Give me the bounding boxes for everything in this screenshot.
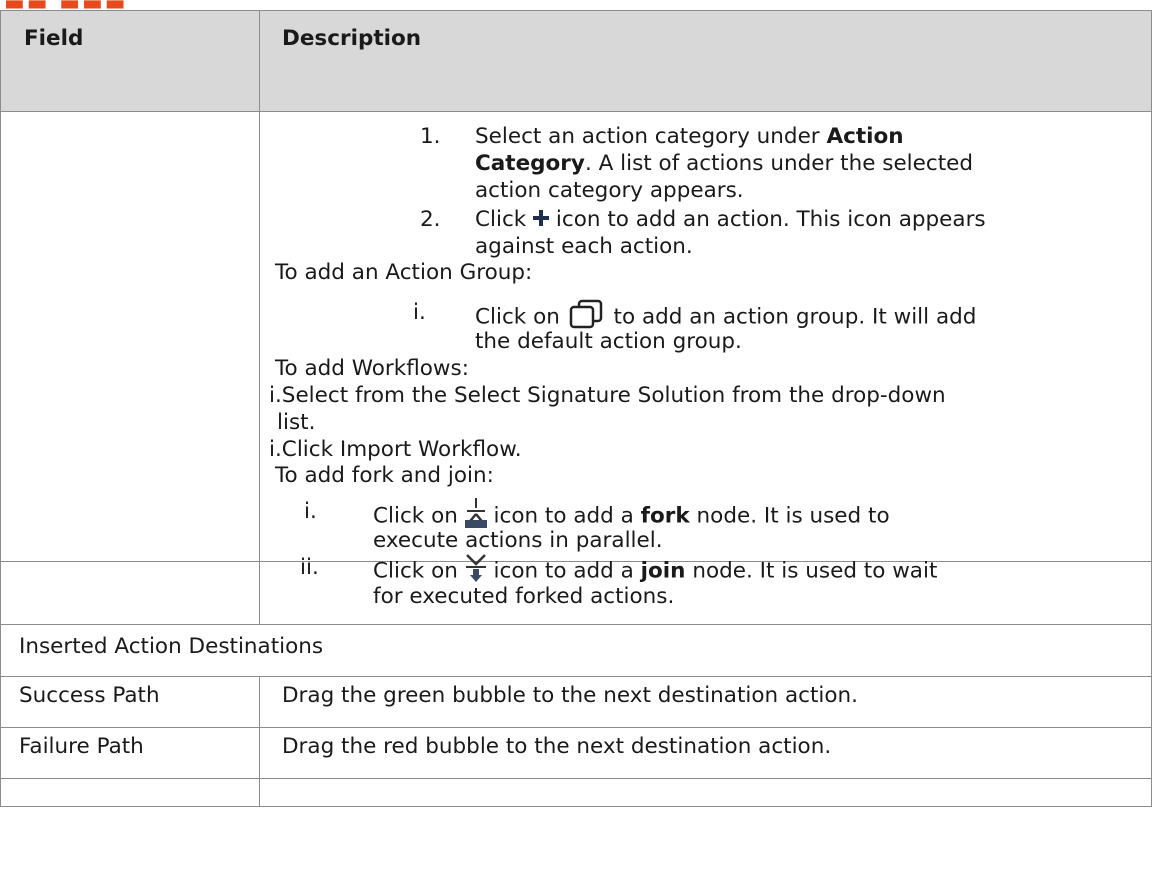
section-heading: To add fork and join: xyxy=(275,463,494,488)
field-cell: Failure Path xyxy=(0,727,260,779)
step-number: 2. xyxy=(420,207,441,232)
section-row: Inserted Action Destinations xyxy=(0,624,1152,677)
field-cell: Success Path xyxy=(0,676,260,728)
table-row-cutoff xyxy=(0,778,1152,807)
header-field: Field xyxy=(0,10,260,112)
table-row: 1. Select an action category under Actio… xyxy=(0,111,1152,562)
section-heading: To add Workflows: xyxy=(275,356,469,381)
list-text: i.Select from the Select Signature Solut… xyxy=(269,383,946,408)
step-text: Click icon to add an action. This icon a… xyxy=(475,207,986,234)
field-description-table: Field Description 1. Select an action ca… xyxy=(0,10,1152,807)
step-text: Category. A list of actions under the se… xyxy=(475,151,974,176)
description-cell: 1. Select an action category under Actio… xyxy=(259,111,1152,562)
description-cell-continued: ii. Click on icon to add a join node. It… xyxy=(259,554,1152,625)
list-text: the default action group. xyxy=(475,329,742,354)
list-number: i. xyxy=(304,499,317,524)
header-description: Description xyxy=(259,10,1152,112)
section-heading: To add an Action Group: xyxy=(275,260,533,285)
table-header-row: Field Description xyxy=(0,10,1152,112)
step-text: action category appears. xyxy=(475,178,744,203)
empty-cell xyxy=(0,778,260,807)
step-text: Select an action category under Action xyxy=(475,124,904,149)
table-row: Success Path Drag the green bubble to th… xyxy=(0,676,1152,728)
list-number: ii. xyxy=(300,555,319,580)
list-number: i. xyxy=(413,300,426,325)
description-cell: Drag the red bubble to the next destinat… xyxy=(259,727,1152,779)
empty-cell xyxy=(259,778,1152,807)
step-number: 1. xyxy=(420,124,441,149)
list-text: list. xyxy=(277,410,316,435)
step-text: against each action. xyxy=(475,234,693,259)
table-row: Failure Path Drag the red bubble to the … xyxy=(0,727,1152,779)
list-text: for executed forked actions. xyxy=(373,584,675,609)
section-title: Inserted Action Destinations xyxy=(0,624,1152,677)
description-cell: Drag the green bubble to the next destin… xyxy=(259,676,1152,728)
plus-icon xyxy=(533,207,550,234)
table-row-continued: ii. Click on icon to add a join node. It… xyxy=(0,554,1152,625)
cropped-heading-remnant: ▬▬ ▬▬▬ xyxy=(0,0,300,10)
list-text: i.Click Import Workflow. xyxy=(269,437,522,462)
